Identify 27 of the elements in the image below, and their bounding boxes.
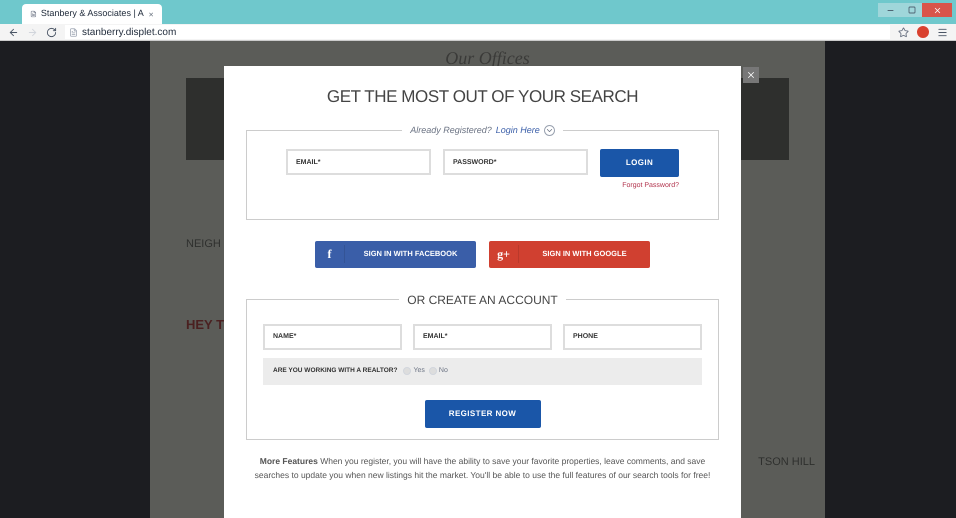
section-heading: HEY T (186, 316, 226, 334)
legend-text: Already Registered? (410, 124, 492, 137)
login-button[interactable]: LOGIN (600, 149, 679, 177)
star-icon[interactable] (898, 26, 909, 38)
page-icon (30, 9, 37, 19)
chevron-icon[interactable] (544, 124, 555, 136)
close-icon (932, 6, 942, 14)
reload-icon[interactable] (46, 26, 57, 38)
page-icon (69, 28, 78, 36)
url-text: stanberry.displet.com (82, 26, 176, 40)
menu-icon[interactable] (937, 26, 948, 38)
close-button[interactable] (743, 67, 759, 83)
features-paragraph: More Features When you register, you will have the ability to save your favorite properties, leave comments, and save searches to update you when new listings hit the market. You'll be able to use the full features of our search tools for free! (254, 454, 712, 482)
close-button[interactable] (922, 3, 952, 17)
modal-title: GET THE MOST OUT OF YOUR SEARCH (326, 86, 638, 108)
register-button[interactable]: REGISTER NOW (424, 400, 540, 428)
maximize-button[interactable] (902, 3, 922, 17)
back-icon[interactable] (8, 26, 19, 38)
tab[interactable]: Stanbery & Associates | A (22, 4, 162, 24)
close-icon[interactable] (148, 10, 154, 18)
extension-icon[interactable] (917, 26, 929, 38)
login-here-link[interactable]: Login Here (496, 124, 540, 137)
address-field[interactable]: stanberry.displet.com (65, 25, 890, 39)
legend-text: OR CREATE AN ACCOUNT (406, 292, 559, 306)
tab-title: Stanbery & Associates | A (40, 7, 144, 20)
maximize-icon (908, 6, 916, 14)
close-icon (746, 70, 756, 80)
